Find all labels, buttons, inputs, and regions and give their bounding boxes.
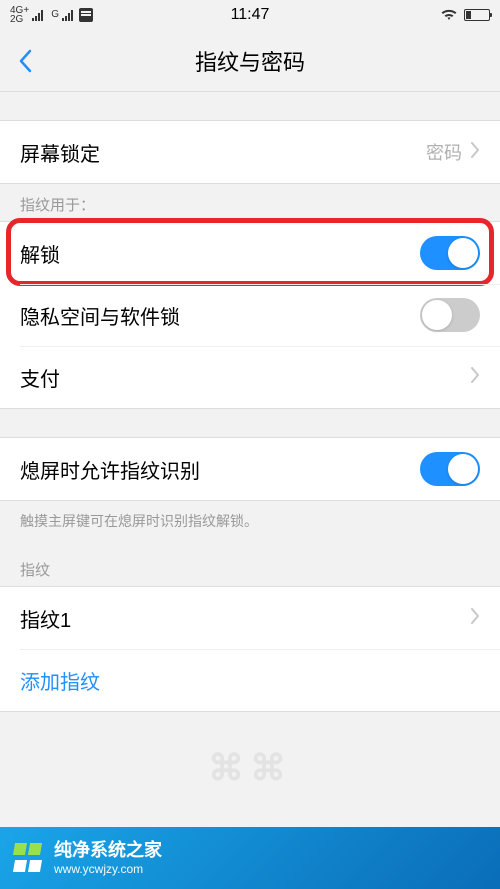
page-title: 指纹与密码 xyxy=(195,45,305,77)
signal-sim1: 4G+ 2G xyxy=(10,6,43,24)
fingerprint1-label: 指纹1 xyxy=(20,604,470,633)
fingerprint-usage-header: 指纹用于： xyxy=(0,184,500,221)
fingerprints-group: 指纹1 添加指纹 xyxy=(0,586,500,712)
screen-lock-value: 密码 xyxy=(426,139,462,165)
signal-bars2-icon xyxy=(62,9,73,21)
off-screen-desc: 触摸主屏键可在熄屏时识别指纹解锁。 xyxy=(0,501,500,541)
chevron-right-icon xyxy=(470,142,480,163)
payment-row[interactable]: 支付 xyxy=(0,346,500,408)
unlock-row: 解锁 xyxy=(0,222,500,284)
off-screen-group: 熄屏时允许指纹识别 xyxy=(0,437,500,501)
status-bar: 4G+ 2G G 11:47 xyxy=(0,0,500,30)
footer-title: 纯净系统之家 xyxy=(54,840,162,862)
fingerprint-usage-group: 解锁 隐私空间与软件锁 支付 xyxy=(0,221,500,409)
status-right xyxy=(440,7,490,24)
signal-bars-icon xyxy=(32,9,43,21)
off-screen-toggle[interactable] xyxy=(420,452,480,486)
off-screen-row: 熄屏时允许指纹识别 xyxy=(0,438,500,500)
footer-banner: 纯净系统之家 www.ycwjzy.com xyxy=(0,827,500,889)
privacy-toggle[interactable] xyxy=(420,298,480,332)
net-g-label: G xyxy=(51,10,59,20)
message-icon xyxy=(79,8,93,22)
footer-url: www.ycwjzy.com xyxy=(54,862,162,876)
fingerprint1-row[interactable]: 指纹1 xyxy=(0,587,500,649)
add-fingerprint-label: 添加指纹 xyxy=(20,666,480,695)
privacy-row: 隐私空间与软件锁 xyxy=(0,284,500,346)
unlock-toggle[interactable] xyxy=(420,236,480,270)
fingerprints-header: 指纹 xyxy=(0,541,500,586)
chevron-left-icon xyxy=(18,49,32,73)
back-button[interactable] xyxy=(0,30,50,91)
off-screen-label: 熄屏时允许指纹识别 xyxy=(20,455,420,484)
unlock-label: 解锁 xyxy=(20,239,420,268)
signal-sim2: G xyxy=(51,9,73,21)
footer-logo-icon xyxy=(14,843,44,873)
screen-lock-group: 屏幕锁定 密码 xyxy=(0,120,500,184)
payment-label: 支付 xyxy=(20,363,470,392)
privacy-label: 隐私空间与软件锁 xyxy=(20,301,420,330)
chevron-right-icon xyxy=(470,367,480,388)
wifi-icon xyxy=(440,7,458,24)
watermark: ⌘⌘ xyxy=(208,747,292,789)
chevron-right-icon xyxy=(470,608,480,629)
screen-lock-row[interactable]: 屏幕锁定 密码 xyxy=(0,121,500,183)
net-2g-label: 2G xyxy=(10,15,29,24)
status-left: 4G+ 2G G xyxy=(10,6,93,24)
battery-icon xyxy=(464,9,490,21)
screen-lock-label: 屏幕锁定 xyxy=(20,138,426,167)
nav-header: 指纹与密码 xyxy=(0,30,500,92)
add-fingerprint-row[interactable]: 添加指纹 xyxy=(0,649,500,711)
clock: 11:47 xyxy=(231,6,270,24)
